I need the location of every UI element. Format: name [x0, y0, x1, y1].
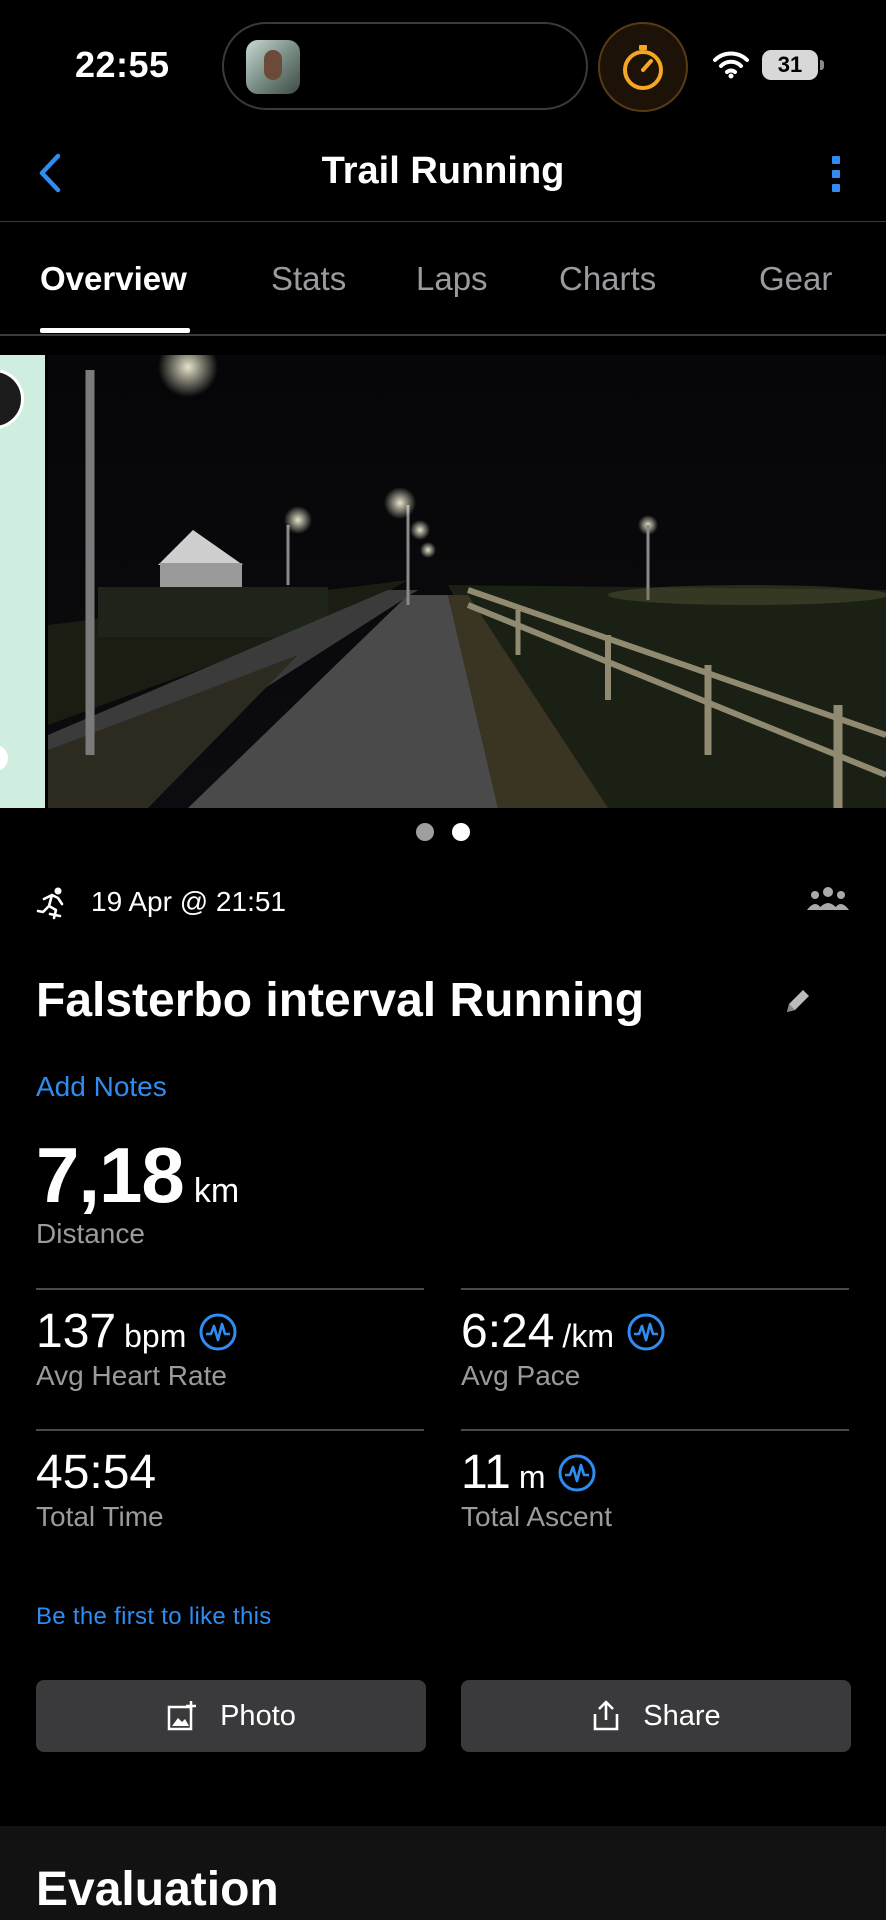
distance-unit: km	[193, 1172, 240, 1210]
elevation-chart-icon	[557, 1453, 597, 1493]
nav-bar: Trail Running	[0, 130, 886, 222]
stat-label: Total Ascent	[461, 1501, 612, 1532]
distance-label: Distance	[36, 1218, 145, 1249]
compass-icon	[0, 369, 24, 429]
add-photo-button[interactable]: Photo	[36, 1680, 426, 1752]
activity-photo[interactable]	[48, 355, 886, 808]
battery-level: 31	[777, 52, 803, 77]
page-title: Trail Running	[321, 150, 565, 192]
tab-laps[interactable]: Laps	[416, 260, 488, 298]
tab-gear[interactable]: Gear	[759, 260, 832, 298]
distance-stat: 7,18 km	[36, 1130, 239, 1221]
add-photo-label: Photo	[220, 1699, 296, 1732]
map-marker-icon	[0, 745, 8, 771]
edit-pencil-icon[interactable]	[781, 984, 815, 1018]
clock-time: 22:55	[75, 44, 170, 85]
evaluation-section: Evaluation	[0, 1826, 886, 1920]
status-bar: 22:55 31	[0, 0, 886, 130]
activity-meta-row: 19 Apr @ 21:51	[36, 884, 850, 924]
running-icon	[36, 887, 64, 920]
stat-total-time[interactable]: 45:54 Total Time	[36, 1429, 424, 1569]
stat-total-ascent[interactable]: 11 m Total Ascent	[461, 1429, 849, 1569]
wifi-icon	[712, 50, 750, 85]
evaluation-heading: Evaluation	[36, 1863, 279, 1916]
stat-label: Avg Pace	[461, 1360, 581, 1391]
carousel-pager[interactable]	[0, 823, 886, 847]
group-icon[interactable]	[806, 884, 850, 914]
pace-chart-icon	[626, 1312, 666, 1352]
stopwatch-icon[interactable]	[598, 22, 688, 112]
tab-stats[interactable]: Stats	[271, 260, 346, 298]
add-photo-icon	[167, 1701, 197, 1731]
dynamic-island[interactable]	[222, 22, 588, 110]
now-playing-thumbnail[interactable]	[246, 40, 300, 94]
stat-avg-heart-rate[interactable]: 137 bpm Avg Heart Rate	[36, 1288, 424, 1428]
stat-unit: m	[518, 1459, 546, 1495]
pager-dot-2[interactable]	[452, 823, 470, 841]
activity-name: Falsterbo interval Running	[36, 974, 645, 1027]
stat-avg-pace[interactable]: 6:24 /km Avg Pace	[461, 1288, 849, 1428]
route-map-thumbnail[interactable]	[0, 355, 45, 808]
tab-bar: Overview Stats Laps Charts Gear	[0, 222, 886, 336]
share-button[interactable]: Share	[461, 1680, 851, 1752]
stat-label: Total Time	[36, 1501, 164, 1532]
vertical-dots-icon	[832, 156, 840, 164]
more-options-button[interactable]	[816, 146, 856, 202]
activity-datetime: 19 Apr @ 21:51	[91, 886, 287, 917]
like-link[interactable]: Be the first to like this	[36, 1603, 272, 1631]
pager-dot-1[interactable]	[416, 823, 434, 841]
battery-icon: 31	[762, 50, 824, 80]
stat-value: 137	[36, 1305, 117, 1358]
media-carousel[interactable]	[0, 355, 886, 808]
stat-value: 45:54	[36, 1446, 157, 1499]
add-notes-link[interactable]: Add Notes	[36, 1071, 167, 1103]
stat-label: Avg Heart Rate	[36, 1360, 227, 1391]
stat-unit: bpm	[124, 1318, 187, 1354]
tab-charts[interactable]: Charts	[559, 260, 656, 298]
active-tab-indicator	[40, 328, 190, 333]
stat-unit: /km	[562, 1318, 614, 1354]
distance-value: 7,18	[36, 1131, 185, 1219]
share-label: Share	[643, 1699, 721, 1732]
stat-value: 6:24	[461, 1305, 555, 1358]
heart-rate-chart-icon	[198, 1312, 238, 1352]
share-icon	[593, 1700, 619, 1731]
stat-value: 11	[461, 1446, 511, 1499]
tab-overview[interactable]: Overview	[40, 260, 187, 298]
